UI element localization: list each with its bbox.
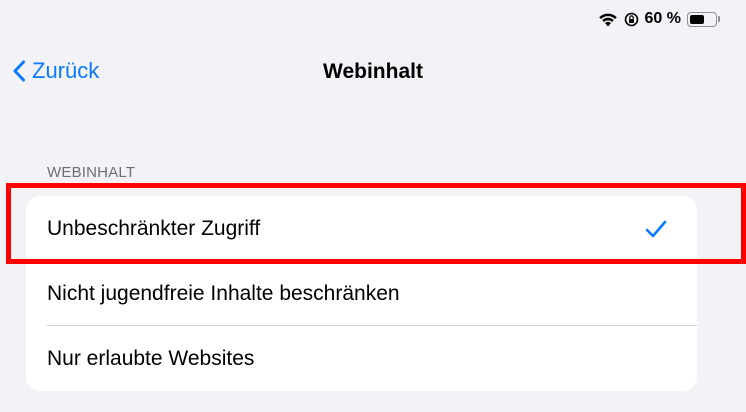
- option-limit-adult-content[interactable]: Nicht jugendfreie Inhalte beschränken: [26, 261, 697, 326]
- section-header: WEBINHALT: [47, 164, 136, 181]
- battery-icon: [687, 11, 720, 27]
- status-bar: 60 %: [0, 0, 746, 40]
- rotation-lock-icon: [624, 12, 639, 27]
- option-label: Unbeschränkter Zugriff: [47, 216, 261, 240]
- checkmark-icon: [645, 220, 667, 238]
- battery-percentage: 60 %: [644, 10, 681, 27]
- option-label: Nur erlaubte Websites: [47, 346, 255, 370]
- wifi-icon: [598, 12, 618, 27]
- web-content-options-list: Unbeschränkter Zugriff Nicht jugendfreie…: [26, 196, 697, 391]
- option-allowed-websites-only[interactable]: Nur erlaubte Websites: [26, 326, 697, 391]
- navigation-bar: Zurück Webinhalt: [0, 52, 746, 92]
- option-unrestricted-access[interactable]: Unbeschränkter Zugriff: [26, 196, 697, 261]
- page-title: Webinhalt: [323, 60, 423, 83]
- status-indicators: 60 %: [598, 10, 720, 28]
- option-label: Nicht jugendfreie Inhalte beschränken: [47, 281, 400, 305]
